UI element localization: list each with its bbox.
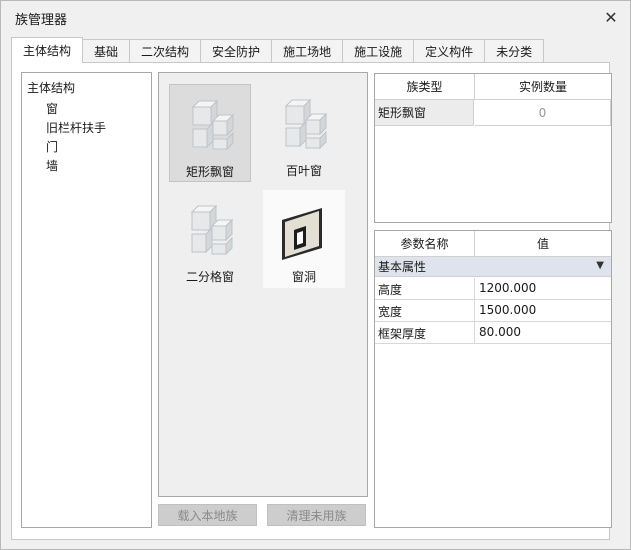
table-row[interactable]: 矩形飘窗 0 xyxy=(375,100,611,126)
chevron-down-icon[interactable]: ▼ xyxy=(596,260,604,271)
group-header-label: 基本属性 xyxy=(378,260,427,274)
table-row[interactable]: 高度 1200.000 xyxy=(375,278,611,300)
param-name: 高度 xyxy=(378,283,403,297)
tab-secondary-structure[interactable]: 二次结构 xyxy=(129,39,202,62)
column-header-value[interactable]: 值 xyxy=(475,231,611,257)
tree-item-window[interactable]: 窗 xyxy=(46,100,58,117)
gallery-item-label: 窗洞 xyxy=(291,270,316,284)
gallery-item-label: 二分格窗 xyxy=(185,270,234,284)
gallery-item-two-pane-window[interactable]: 二分格窗 xyxy=(169,190,251,288)
column-header-param-name[interactable]: 参数名称 xyxy=(375,231,475,257)
clean-unused-family-button[interactable]: 清理未用族 xyxy=(267,504,366,526)
tree-item-root[interactable]: 主体结构 xyxy=(27,79,75,96)
family-type-grid: 族类型 实例数量 矩形飘窗 0 xyxy=(374,73,612,223)
tab-foundation[interactable]: 基础 xyxy=(82,39,131,62)
param-value[interactable]: 1200.000 xyxy=(479,281,536,295)
param-value[interactable]: 80.000 xyxy=(479,325,521,339)
column-divider xyxy=(474,278,475,299)
family-type-cell[interactable]: 矩形飘窗 xyxy=(375,100,474,126)
block-window-icon xyxy=(191,99,235,151)
tab-construction-facilities[interactable]: 施工设施 xyxy=(342,39,415,62)
param-name: 框架厚度 xyxy=(378,327,427,341)
category-tree[interactable]: 主体结构 窗 旧栏杆扶手 门 墙 xyxy=(21,72,152,528)
tree-item-door[interactable]: 门 xyxy=(46,138,58,155)
table-row[interactable]: 宽度 1500.000 xyxy=(375,300,611,322)
family-gallery: 矩形飘窗 百叶窗 二分格窗 窗洞 xyxy=(158,72,368,497)
tree-item-old-railing[interactable]: 旧栏杆扶手 xyxy=(46,119,106,136)
parameter-grid: 参数名称 值 基本属性 ▼ 高度 1200.000 宽度 1500.000 框架… xyxy=(374,230,612,528)
group-header-basic-properties[interactable]: 基本属性 ▼ xyxy=(375,257,611,277)
gallery-item-label: 矩形飘窗 xyxy=(185,165,234,179)
gallery-item-window-opening[interactable]: 窗洞 xyxy=(263,190,345,288)
table-row[interactable]: 框架厚度 80.000 xyxy=(375,322,611,344)
gallery-item-louver-window[interactable]: 百叶窗 xyxy=(263,84,345,182)
title-bar: 族管理器 ✕ xyxy=(1,1,630,33)
close-icon[interactable]: ✕ xyxy=(600,6,622,28)
tab-safety-protection[interactable]: 安全防护 xyxy=(200,39,273,62)
tab-content: 主体结构 窗 旧栏杆扶手 门 墙 矩形飘窗 百叶窗 二分格窗 窗洞 载入本地族 … xyxy=(11,62,612,540)
tab-bar: 主体结构 基础 二次结构 安全防护 施工场地 施工设施 定义构件 未分类 xyxy=(11,37,545,63)
window-title: 族管理器 xyxy=(15,13,68,28)
column-divider xyxy=(474,322,475,343)
gallery-item-label: 百叶窗 xyxy=(285,164,322,178)
param-value[interactable]: 1500.000 xyxy=(479,303,536,317)
instance-count-cell: 0 xyxy=(475,100,611,126)
block-window-icon xyxy=(190,204,234,256)
column-header-instance-count[interactable]: 实例数量 xyxy=(475,74,611,100)
tab-main-structure[interactable]: 主体结构 xyxy=(11,37,84,63)
family-manager-window: 族管理器 ✕ 主体结构 基础 二次结构 安全防护 施工场地 施工设施 定义构件 … xyxy=(0,0,631,550)
tab-uncategorized[interactable]: 未分类 xyxy=(484,39,545,62)
gallery-item-rect-bay-window[interactable]: 矩形飘窗 xyxy=(169,84,251,182)
tree-item-wall[interactable]: 墙 xyxy=(46,157,58,174)
window-opening-icon xyxy=(282,208,322,260)
column-divider xyxy=(474,300,475,321)
block-window-icon xyxy=(284,98,328,150)
tab-defined-components[interactable]: 定义构件 xyxy=(413,39,486,62)
param-name: 宽度 xyxy=(378,305,403,319)
load-local-family-button[interactable]: 载入本地族 xyxy=(158,504,257,526)
tab-construction-site[interactable]: 施工场地 xyxy=(271,39,344,62)
column-header-family-type[interactable]: 族类型 xyxy=(375,74,475,100)
